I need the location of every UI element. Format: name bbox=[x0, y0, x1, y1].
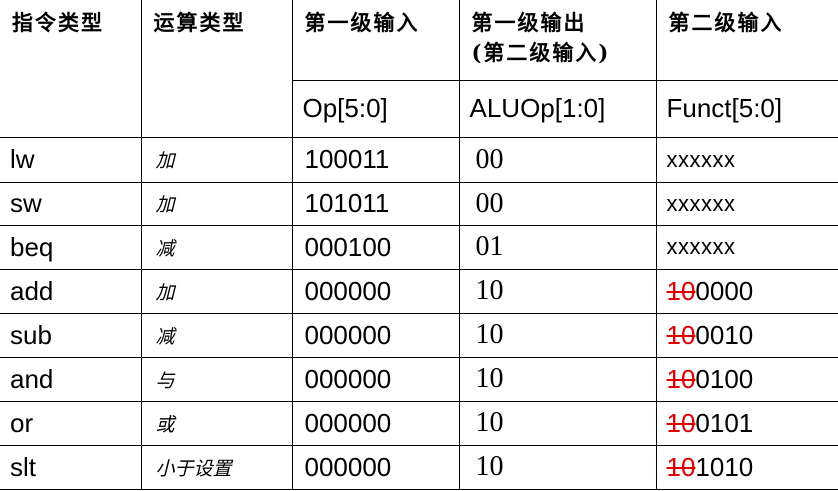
aluop-value: 00 bbox=[458, 136, 657, 183]
opcode-value: 000000 bbox=[291, 444, 460, 490]
header-operation-type: 运算类型 bbox=[140, 0, 293, 138]
opcode-value: 000100 bbox=[291, 224, 460, 270]
table-row: and 与 000000 10 100100 bbox=[0, 356, 838, 402]
instruction-name: add bbox=[0, 268, 142, 314]
operation-name: 加 bbox=[140, 181, 293, 226]
opcode-value: 000000 bbox=[291, 356, 460, 402]
header-stage1-output-line2: (第二级输入) bbox=[471, 40, 611, 65]
funct-value: 100100 bbox=[655, 356, 838, 402]
header-instruction-type: 指令类型 bbox=[0, 0, 142, 138]
table-row: lw 加 100011 00 xxxxxx bbox=[0, 136, 838, 183]
header-funct-field: Funct[5:0] bbox=[655, 79, 838, 138]
aluop-value: 10 bbox=[458, 268, 657, 314]
funct-value: xxxxxx bbox=[655, 224, 838, 270]
operation-name: 小于设置 bbox=[140, 444, 293, 490]
table-row: add 加 000000 10 100000 bbox=[0, 268, 838, 314]
funct-bits: 0100 bbox=[695, 363, 754, 394]
aluop-value: 10 bbox=[458, 312, 657, 358]
funct-bits: 0101 bbox=[695, 407, 754, 438]
operation-name: 与 bbox=[140, 356, 293, 402]
instruction-name: sw bbox=[0, 181, 142, 226]
funct-struck-prefix: 10 bbox=[666, 363, 696, 394]
funct-struck-prefix: 10 bbox=[666, 319, 696, 350]
opcode-value: 000000 bbox=[291, 400, 460, 446]
opcode-value: 000000 bbox=[291, 268, 460, 314]
aluop-value: 10 bbox=[458, 356, 657, 402]
table-row: slt 小于设置 000000 10 101010 bbox=[0, 444, 838, 490]
funct-value: 100000 bbox=[655, 268, 838, 314]
header-op-field: Op[5:0] bbox=[291, 79, 460, 138]
operation-name: 减 bbox=[140, 312, 293, 358]
opcode-value: 100011 bbox=[291, 136, 460, 183]
operation-name: 加 bbox=[140, 268, 293, 314]
header-aluop-field: ALUOp[1:0] bbox=[458, 79, 657, 138]
funct-bits: xxxxxx bbox=[666, 190, 736, 216]
funct-value: xxxxxx bbox=[655, 136, 838, 183]
funct-bits: xxxxxx bbox=[666, 234, 736, 259]
table-row: beq 减 000100 01 xxxxxx bbox=[0, 224, 838, 270]
header-stage1-output-line1: 第一级输出 bbox=[471, 10, 587, 35]
aluop-value: 10 bbox=[458, 400, 657, 446]
table-row: or 或 000000 10 100101 bbox=[0, 400, 838, 446]
funct-bits: xxxxxx bbox=[666, 146, 736, 172]
funct-struck-prefix: 10 bbox=[666, 407, 696, 438]
instruction-name: lw bbox=[0, 136, 142, 183]
operation-name: 或 bbox=[140, 400, 293, 446]
funct-bits: 0010 bbox=[695, 319, 754, 350]
instruction-name: beq bbox=[0, 224, 142, 270]
aluop-value: 00 bbox=[458, 181, 657, 226]
header-stage1-input: 第一级输入 bbox=[291, 0, 460, 81]
table-row: sub 减 000000 10 100010 bbox=[0, 312, 838, 358]
operation-name: 减 bbox=[140, 224, 293, 270]
opcode-value: 000000 bbox=[291, 312, 460, 358]
funct-struck-prefix: 10 bbox=[666, 451, 696, 482]
funct-value: 100101 bbox=[655, 400, 838, 446]
funct-value: 100010 bbox=[655, 312, 838, 358]
header-row: 指令类型 运算类型 第一级输入 第一级输出 (第二级输入) 第二级输入 bbox=[0, 0, 838, 138]
instruction-name: slt bbox=[0, 444, 142, 490]
instruction-name: sub bbox=[0, 312, 142, 358]
funct-value: xxxxxx bbox=[655, 181, 838, 226]
funct-value: 101010 bbox=[655, 444, 838, 490]
opcode-value: 101011 bbox=[291, 181, 460, 226]
instruction-name: or bbox=[0, 400, 142, 446]
table-row: sw 加 101011 00 xxxxxx bbox=[0, 181, 838, 226]
header-stage2-input: 第二级输入 bbox=[655, 0, 838, 81]
operation-name: 加 bbox=[140, 136, 293, 183]
aluop-value: 10 bbox=[458, 444, 657, 490]
funct-struck-prefix: 10 bbox=[666, 275, 696, 306]
funct-bits: 0000 bbox=[695, 275, 754, 306]
instruction-name: and bbox=[0, 356, 142, 402]
aluop-value: 01 bbox=[458, 224, 657, 270]
header-stage1-output: 第一级输出 (第二级输入) bbox=[458, 0, 657, 81]
funct-bits: 1010 bbox=[695, 451, 754, 482]
alu-control-table: 指令类型 运算类型 第一级输入 第一级输出 (第二级输入) 第二级输入 Op[5:… bbox=[0, 0, 838, 490]
